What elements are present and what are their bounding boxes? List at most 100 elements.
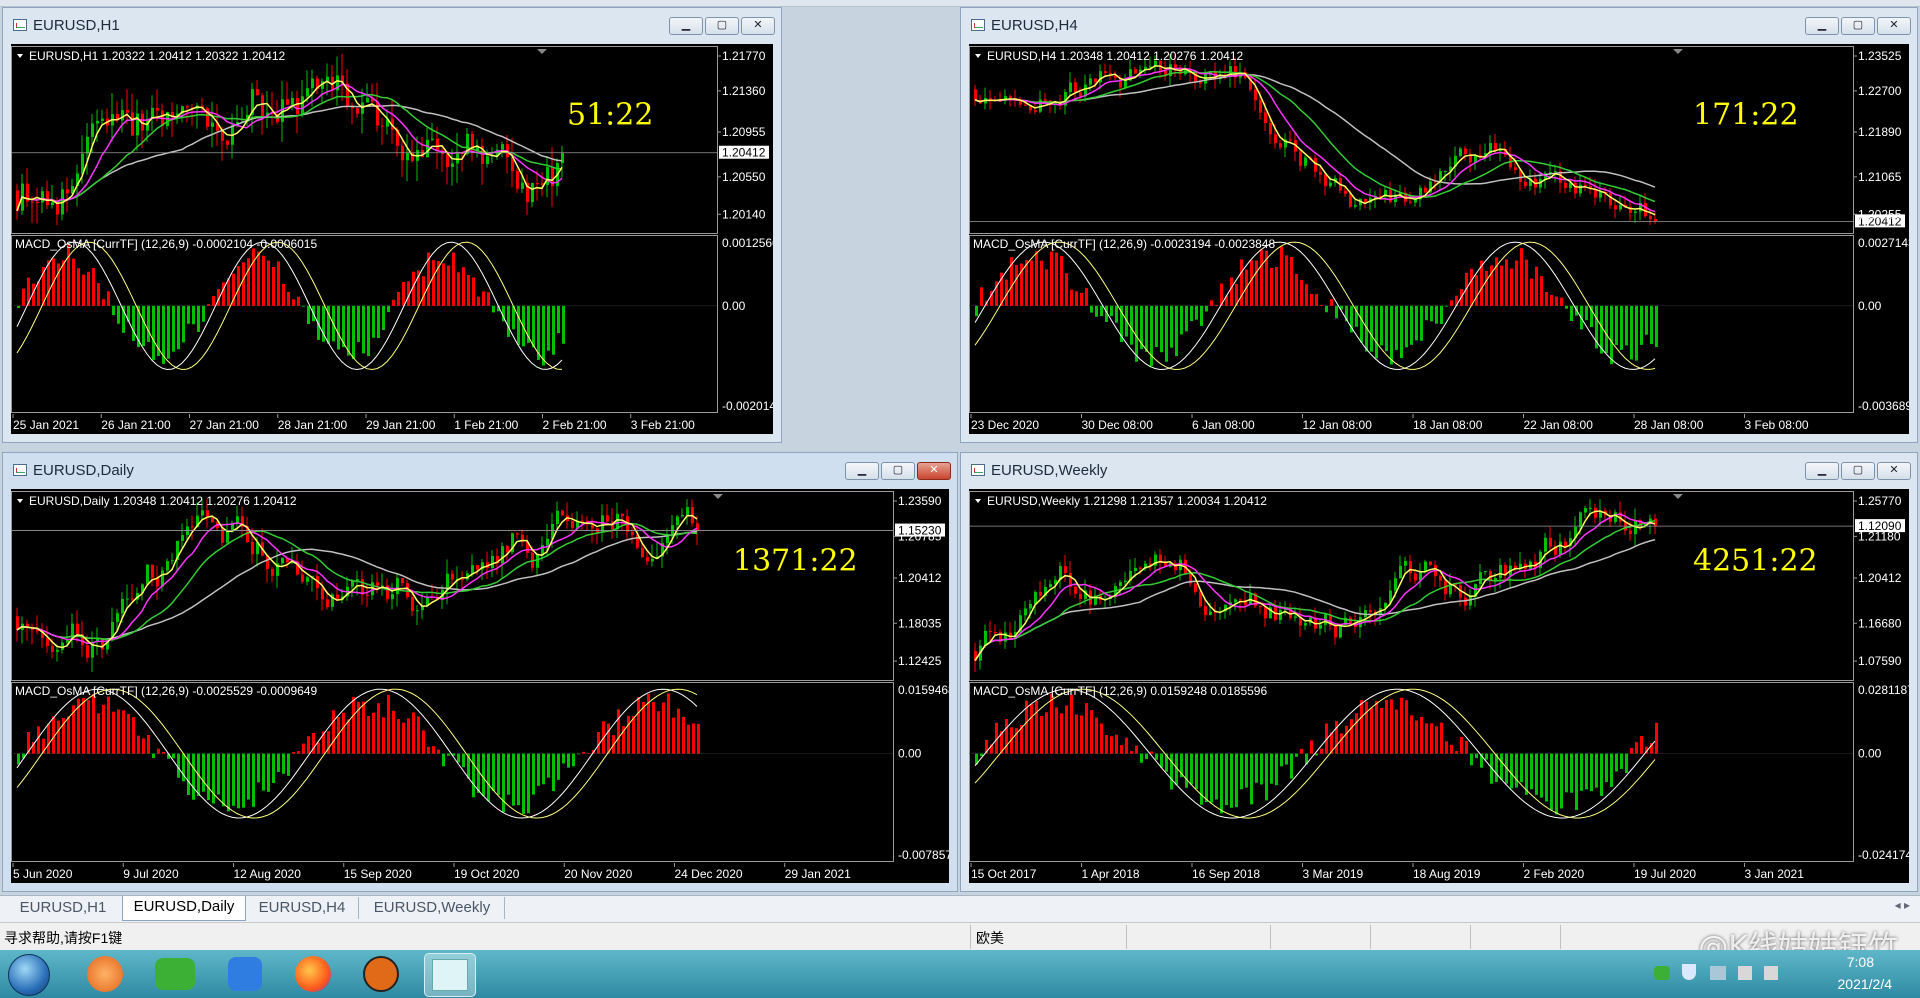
minimize-button[interactable]: ▁ [1805, 17, 1839, 35]
macd-histogram-bar [1025, 260, 1028, 306]
game-app-icon[interactable] [356, 953, 406, 995]
volume-muted-icon[interactable] [1738, 966, 1752, 980]
candle-body [1319, 171, 1322, 175]
tab-scroll-arrows[interactable]: ◂ ▸ [1895, 898, 1910, 912]
macd-histogram-bar [72, 258, 75, 306]
clock-time[interactable]: 7:08 [1847, 954, 1874, 970]
clock-date[interactable]: 2021/2/4 [1838, 976, 1893, 992]
candle-body [1079, 593, 1082, 600]
macd-histogram-bar [1610, 753, 1613, 787]
wechat-icon[interactable] [150, 953, 200, 995]
title-bar-daily[interactable]: EURUSD,Daily ▁ ▢ ✕ [3, 453, 957, 487]
close-button[interactable]: ✕ [741, 17, 775, 35]
macd-histogram-bar [1605, 753, 1608, 783]
mt4-terminal-icon[interactable] [424, 953, 476, 997]
network-icon[interactable] [1710, 966, 1726, 980]
candle-body [1574, 182, 1577, 194]
tab-eurusd-h1[interactable]: EURUSD,H1 [4, 897, 123, 919]
price-axis-label: 1.20412 [722, 146, 766, 160]
macd-histogram-bar [117, 709, 120, 754]
wechat-tray-icon[interactable] [1654, 966, 1670, 980]
macd-histogram-bar [1635, 305, 1638, 361]
macd-histogram-bar [1115, 305, 1118, 323]
macd-histogram-bar [187, 305, 190, 324]
price-axis-label: 1.23590 [898, 494, 942, 508]
macd-histogram-bar [1360, 305, 1363, 343]
maximize-button[interactable]: ▢ [1841, 17, 1875, 35]
close-button[interactable]: ✕ [917, 462, 951, 480]
macd-histogram-bar [292, 299, 295, 306]
macd-histogram-bar [1390, 699, 1393, 754]
macd-histogram-bar [1190, 305, 1193, 322]
chart-window-h4[interactable]: EURUSD,H4 ▁ ▢ ✕ 1.23525 1.22700 1.21890 1.21065… [960, 7, 1918, 443]
macd-histogram-bar [1080, 292, 1083, 306]
macd-histogram-bar [1075, 291, 1078, 306]
chart-canvas[interactable]: 1.23525 1.22700 1.21890 1.21065 1.20412 1.202… [969, 44, 1909, 434]
candle-body [271, 568, 274, 576]
taskbar-app-orange-icon[interactable] [80, 953, 130, 995]
candle-body [1409, 560, 1412, 574]
maximize-button[interactable]: ▢ [881, 462, 915, 480]
signal-icon[interactable] [1764, 966, 1778, 980]
candle-body [306, 88, 309, 97]
candle-body [1299, 151, 1302, 166]
candle-body [1019, 100, 1022, 105]
candle-body [1404, 560, 1407, 566]
title-bar-h4[interactable]: EURUSD,H4 ▁ ▢ ✕ [961, 8, 1917, 42]
macd-histogram-bar [1615, 305, 1618, 346]
tab-eurusd-h4[interactable]: EURUSD,H4 [246, 897, 359, 919]
candle-body [296, 97, 299, 115]
minimize-button[interactable]: ▁ [1805, 462, 1839, 480]
candle-body [1319, 624, 1322, 629]
time-axis-label: 3 Jan 2021 [1745, 867, 1805, 881]
candle-body [1444, 170, 1447, 172]
candle-body [1484, 571, 1487, 573]
tab-eurusd-daily[interactable]: EURUSD,Daily [122, 896, 246, 921]
candle-body [1024, 608, 1027, 616]
title-bar-weekly[interactable]: EURUSD,Weekly ▁ ▢ ✕ [961, 453, 1917, 487]
candle-body [601, 515, 604, 533]
tab-eurusd-weekly[interactable]: EURUSD,Weekly [360, 897, 505, 919]
title-bar-h1[interactable]: EURUSD,H1 ▁ ▢ ✕ [3, 8, 781, 42]
macd-histogram-bar [167, 305, 170, 359]
macd-histogram-bar [227, 753, 230, 812]
chart-canvas[interactable]: 1.23590 1.20785 1.20412 1.18035 1.15230 1.124… [11, 489, 949, 883]
start-button-icon[interactable] [8, 954, 50, 996]
shield-icon[interactable] [1682, 964, 1696, 980]
macd-histogram-bar [57, 720, 60, 754]
chart-canvas[interactable]: 1.25770 1.21180 1.20412 1.16680 1.12090 1.075… [969, 489, 1909, 883]
minimize-button[interactable]: ▁ [845, 462, 879, 480]
macd-histogram-bar [487, 292, 490, 306]
macd-histogram-bar [462, 267, 465, 306]
bar-timer: 171:22 [1693, 98, 1799, 133]
candle-body [1294, 616, 1297, 618]
candle-body [1614, 205, 1617, 210]
macd-histogram-bar [357, 305, 360, 342]
candle-body [1464, 148, 1467, 154]
minimize-button[interactable]: ▁ [669, 17, 703, 35]
macd-histogram-bar [1350, 719, 1353, 754]
macd-axis-label: -0.0020148 [722, 399, 773, 413]
macd-histogram-bar [1180, 305, 1183, 335]
firefox-icon[interactable] [288, 953, 338, 995]
maximize-button[interactable]: ▢ [1841, 462, 1875, 480]
macd-histogram-bar [1045, 712, 1048, 754]
candle-body [1499, 565, 1502, 579]
candle-body [366, 98, 369, 103]
maximize-button[interactable]: ▢ [705, 17, 739, 35]
chart-canvas[interactable]: 1.21770 1.21360 1.20955 1.20550 1.20412 1.201… [11, 44, 773, 434]
macd-histogram-bar [97, 283, 100, 306]
close-button[interactable]: ✕ [1877, 17, 1911, 35]
macd-label: MACD_OsMA [CurrTF] (12,26,9) -0.0023194 … [973, 237, 1275, 251]
macd-histogram-bar [582, 751, 585, 754]
candle-body [101, 638, 104, 650]
candle-body [366, 594, 369, 596]
macd-axis-label: 0.0281187 [1858, 683, 1909, 697]
chart-window-weekly[interactable]: EURUSD,Weekly ▁ ▢ ✕ 1.25770 1.21180 1.20412 1.1… [960, 452, 1918, 892]
close-button[interactable]: ✕ [1877, 462, 1911, 480]
macd-histogram-bar [382, 305, 385, 331]
chart-window-daily[interactable]: EURUSD,Daily ▁ ▢ ✕ 1.23590 1.20785 1.20412 1.18… [2, 452, 958, 892]
messenger-app-icon[interactable] [220, 953, 270, 995]
macd-histogram-bar [1520, 248, 1523, 306]
chart-window-h1[interactable]: EURUSD,H1 ▁ ▢ ✕ 1.21770 1.21360 1.20955 1.20550… [2, 7, 782, 443]
